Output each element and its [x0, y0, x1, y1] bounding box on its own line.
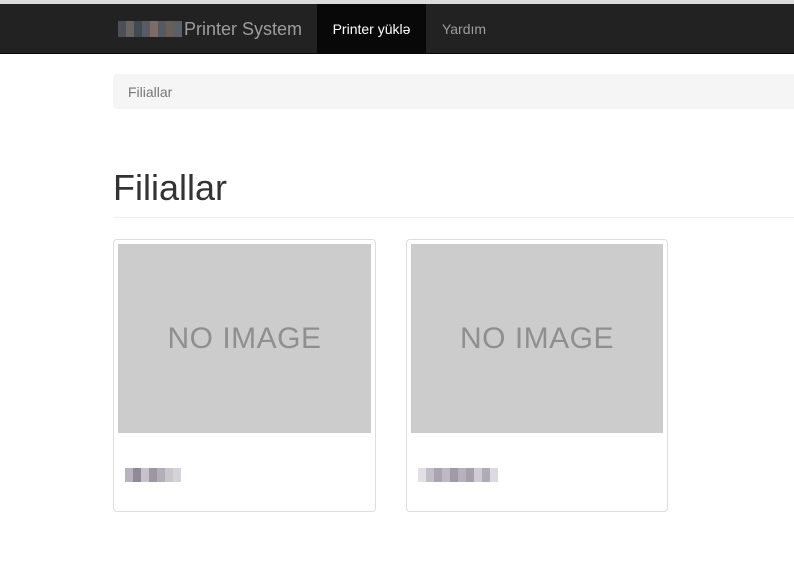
- card-caption-redacted[interactable]: [418, 465, 498, 485]
- breadcrumb-current: Filiallar: [128, 83, 173, 100]
- breadcrumb: Filiallar: [113, 74, 794, 109]
- image-placeholder: NO IMAGE: [411, 244, 663, 433]
- placeholder-text: NO IMAGE: [167, 321, 322, 355]
- top-navbar: Printer System Printer yüklə Yardım: [0, 4, 794, 54]
- redacted-text: [125, 468, 181, 482]
- nav-item-label: Printer yüklə: [332, 21, 411, 37]
- redacted-text: [418, 468, 498, 482]
- card-caption-redacted[interactable]: [125, 465, 181, 485]
- title-divider: [113, 217, 794, 218]
- nav-item-printer-upload[interactable]: Printer yüklə: [317, 4, 426, 54]
- nav-item-help[interactable]: Yardım: [426, 4, 502, 54]
- brand-text: Printer System: [184, 18, 303, 39]
- placeholder-text: NO IMAGE: [459, 321, 614, 355]
- image-placeholder: NO IMAGE: [118, 244, 371, 433]
- nav-item-label: Yardım: [441, 21, 487, 37]
- brand-link[interactable]: Printer System: [118, 4, 302, 54]
- brand-logo-redacted-icon: [118, 21, 182, 37]
- branch-card[interactable]: NO IMAGE: [406, 239, 668, 512]
- branch-card[interactable]: NO IMAGE: [113, 239, 376, 512]
- page-title: Filiallar: [113, 167, 228, 208]
